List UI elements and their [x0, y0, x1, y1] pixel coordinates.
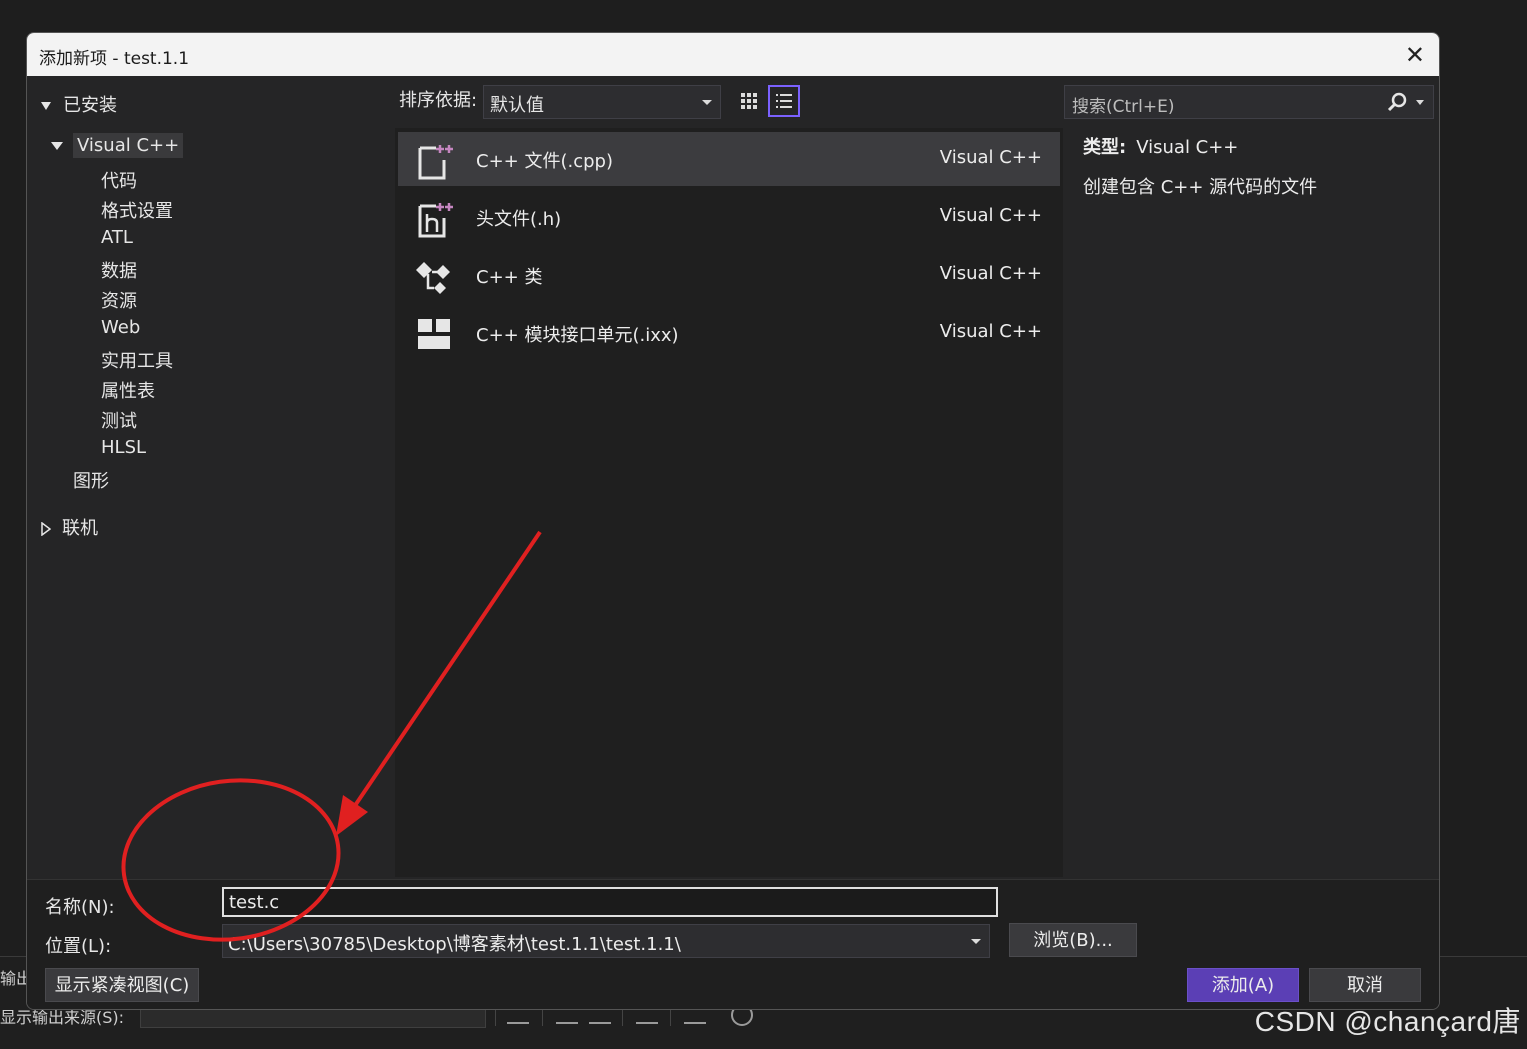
sort-label: 排序依据: — [399, 90, 478, 111]
list-item[interactable]: C++ 文件(.cpp) Visual C++ — [398, 132, 1060, 186]
tree-node-atl[interactable]: ATL — [101, 227, 133, 248]
chevron-down-icon — [971, 939, 981, 944]
expand-arrow-icon — [41, 102, 51, 110]
search-placeholder: 搜索(Ctrl+E) — [1072, 97, 1175, 117]
chevron-down-icon[interactable] — [1416, 100, 1424, 105]
watermark: CSDN @chançard唐 — [1254, 1006, 1521, 1037]
item-name: C++ 文件(.cpp) — [476, 151, 613, 172]
details-pane: 类型: Visual C++ 创建包含 C++ 源代码的文件 — [1083, 133, 1317, 199]
location-label: 位置(L): — [45, 936, 112, 957]
tree-node-installed[interactable]: 已安装 — [41, 91, 117, 117]
category-tree: 已安装 Visual C++ 代码 格式设置 ATL 数据 资源 Web 实用工… — [27, 76, 387, 879]
dialog-titlebar: 添加新项 - test.1.1 ✕ — [27, 33, 1439, 76]
template-list: C++ 文件(.cpp) Visual C++ 头文件(.h) Visual C… — [395, 128, 1063, 877]
item-type: Visual C++ — [939, 205, 1042, 226]
location-select[interactable]: C:\Users\30785\Desktop\博客素材\test.1.1\tes… — [222, 924, 990, 958]
details-type: 类型: Visual C++ — [1083, 133, 1317, 159]
dialog-title: 添加新项 - test.1.1 — [39, 49, 190, 69]
dialog-footer: 名称(N): 位置(L): C:\Users\30785\Desktop\博客素… — [27, 879, 1439, 1009]
tree-node-utility[interactable]: 实用工具 — [101, 347, 173, 373]
details-description: 创建包含 C++ 源代码的文件 — [1083, 177, 1318, 198]
add-new-item-dialog: 添加新项 - test.1.1 ✕ 已安装 Visual C++ 代码 格式设置… — [26, 32, 1440, 1010]
list-view-icon — [776, 94, 792, 108]
sort-select-value: 默认值 — [490, 95, 544, 116]
tree-node-test[interactable]: 测试 — [101, 407, 137, 433]
list-item[interactable]: C++ 模块接口单元(.ixx) Visual C++ — [398, 306, 1060, 360]
item-name: C++ 类 — [476, 267, 543, 288]
collapse-arrow-icon — [41, 521, 52, 537]
tree-node-label: 已安装 — [63, 95, 117, 116]
item-name: 头文件(.h) — [476, 209, 562, 230]
item-name: C++ 模块接口单元(.ixx) — [476, 325, 679, 346]
details-type-value: Visual C++ — [1136, 137, 1239, 158]
header-file-icon — [418, 203, 453, 238]
tree-node-label: Visual C++ — [73, 133, 184, 158]
name-field[interactable] — [222, 887, 998, 917]
item-type: Visual C++ — [939, 321, 1042, 342]
details-type-label: 类型: — [1083, 137, 1127, 158]
tree-node-hlsl[interactable]: HLSL — [101, 437, 146, 458]
cpp-file-icon — [418, 145, 453, 180]
grid-view-icon — [741, 93, 757, 109]
name-label: 名称(N): — [45, 897, 115, 918]
chevron-down-icon — [702, 100, 712, 105]
tree-node-graphics[interactable]: 图形 — [73, 467, 109, 493]
grid-view-button[interactable] — [733, 85, 765, 117]
tree-node-formatting[interactable]: 格式设置 — [101, 197, 173, 223]
add-button[interactable]: 添加(A) — [1187, 968, 1299, 1002]
cpp-class-icon — [416, 262, 450, 294]
tree-node-online[interactable]: 联机 — [41, 514, 98, 540]
tree-node-web[interactable]: Web — [101, 317, 140, 338]
close-icon[interactable]: ✕ — [1405, 41, 1425, 69]
sort-select[interactable]: 默认值 — [483, 85, 721, 119]
compact-view-button[interactable]: 显示紧凑视图(C) — [45, 968, 199, 1002]
tree-node-label: 联机 — [62, 518, 98, 539]
search-input[interactable]: 搜索(Ctrl+E) — [1064, 85, 1434, 119]
tree-node-resource[interactable]: 资源 — [101, 287, 137, 313]
item-type: Visual C++ — [939, 147, 1042, 168]
tree-node-code[interactable]: 代码 — [101, 167, 137, 193]
list-item[interactable]: 头文件(.h) Visual C++ — [398, 190, 1060, 244]
item-type: Visual C++ — [939, 263, 1042, 284]
tree-node-data[interactable]: 数据 — [101, 257, 137, 283]
cancel-button[interactable]: 取消 — [1309, 968, 1421, 1002]
tree-node-property-sheets[interactable]: 属性表 — [101, 377, 155, 403]
list-view-button[interactable] — [768, 85, 800, 117]
browse-button[interactable]: 浏览(B)... — [1009, 923, 1137, 957]
search-icon[interactable] — [1387, 92, 1407, 112]
expand-arrow-icon — [51, 142, 63, 150]
tree-node-visual-cpp[interactable]: Visual C++ — [51, 133, 184, 158]
module-interface-icon — [418, 319, 450, 349]
list-item[interactable]: C++ 类 Visual C++ — [398, 248, 1060, 302]
location-value: C:\Users\30785\Desktop\博客素材\test.1.1\tes… — [228, 934, 681, 955]
